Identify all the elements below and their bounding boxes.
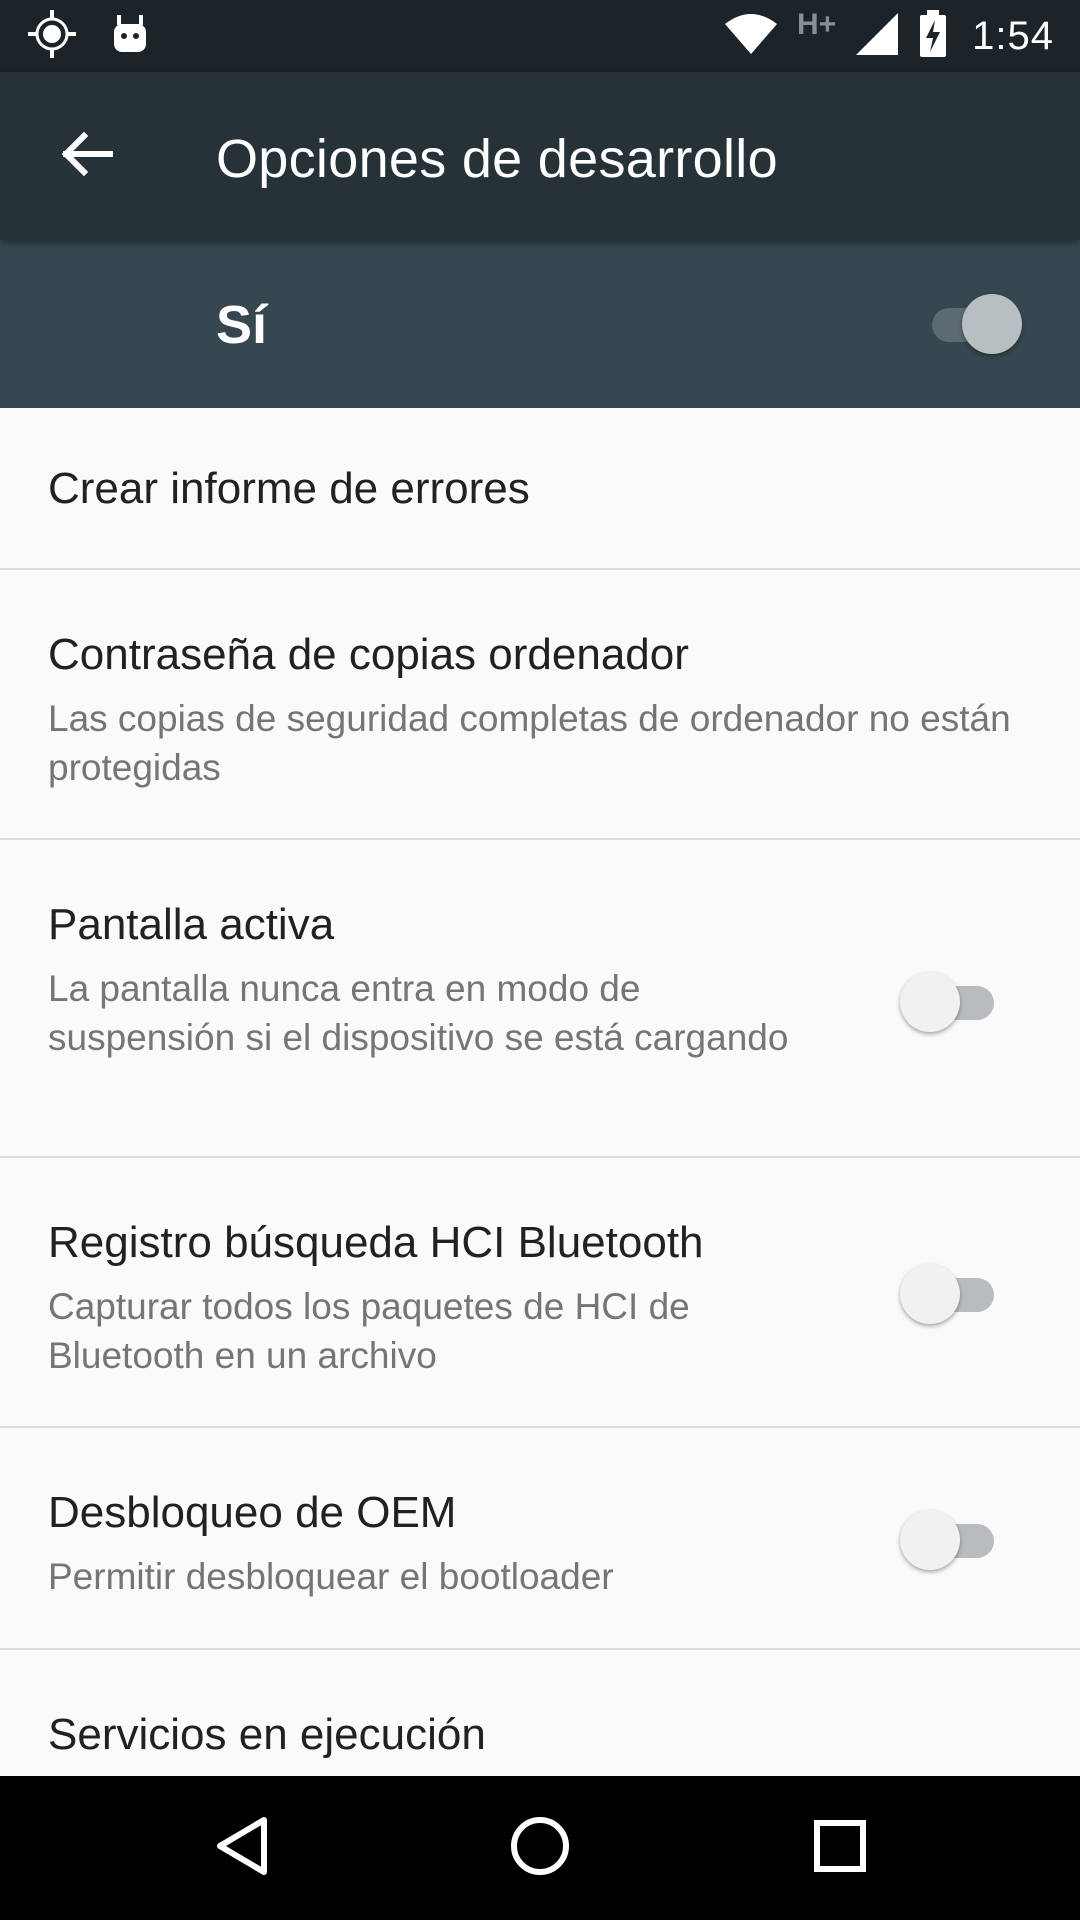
page-title: Opciones de desarrollo: [216, 129, 778, 189]
pref-title: Pantalla activa: [48, 900, 335, 949]
switch-thumb: [900, 1264, 960, 1324]
pref-backup-password[interactable]: Contraseña de copias ordenador Las copia…: [0, 570, 1080, 840]
master-switch-toggle[interactable]: [924, 290, 1022, 354]
pref-summary: Permitir desbloquear el bootloader: [48, 1556, 614, 1597]
android-debug-icon: [108, 12, 152, 61]
pref-title: Crear informe de errores: [48, 464, 530, 513]
status-time: 1:54: [972, 13, 1054, 58]
pref-running-services[interactable]: Servicios en ejecución: [0, 1650, 1080, 1776]
recents-square-icon: [810, 1816, 870, 1881]
switch-thumb: [900, 1510, 960, 1570]
network-type: H+: [796, 8, 837, 41]
gps-icon: [26, 8, 78, 65]
wifi-icon: [723, 12, 779, 61]
status-left-icons: [26, 8, 152, 65]
navigation-bar: [0, 1776, 1080, 1920]
pref-summary: Capturar todos los paquetes de HCI de Bl…: [48, 1286, 690, 1376]
pref-title: Desbloqueo de OEM: [48, 1488, 457, 1537]
home-circle-icon: [508, 1814, 572, 1883]
switch-thumb: [900, 972, 960, 1032]
status-bar: H+ 1:54: [0, 0, 1080, 72]
stay-awake-switch[interactable]: [900, 968, 996, 1032]
pref-title: Contraseña de copias ordenador: [48, 630, 689, 679]
nav-home-button[interactable]: [490, 1798, 590, 1898]
pref-bug-report[interactable]: Crear informe de errores: [0, 408, 1080, 570]
preference-list: Crear informe de errores Contraseña de c…: [0, 408, 1080, 1776]
back-button[interactable]: [44, 114, 128, 198]
status-right-icons: H+ 1:54: [723, 0, 1054, 72]
switch-thumb: [962, 294, 1022, 354]
toolbar: Opciones de desarrollo: [0, 72, 1080, 240]
pref-oem-unlock[interactable]: Desbloqueo de OEM Permitir desbloquear e…: [0, 1428, 1080, 1650]
oem-unlock-switch[interactable]: [900, 1506, 996, 1570]
pref-title: Servicios en ejecución: [48, 1710, 486, 1759]
cell-signal-icon: [854, 11, 900, 62]
pref-summary: Las copias de seguridad completas de ord…: [48, 698, 1011, 788]
nav-recents-button[interactable]: [790, 1798, 890, 1898]
pref-summary: La pantalla nunca entra en modo de suspe…: [48, 968, 789, 1058]
battery-charging-icon: [918, 9, 948, 63]
bluetooth-hci-switch[interactable]: [900, 1260, 996, 1324]
back-triangle-icon: [212, 1814, 272, 1883]
pref-bluetooth-hci-log[interactable]: Registro búsqueda HCI Bluetooth Capturar…: [0, 1158, 1080, 1428]
arrow-left-icon: [58, 126, 114, 187]
pref-title: Registro búsqueda HCI Bluetooth: [48, 1218, 704, 1267]
pref-stay-awake[interactable]: Pantalla activa La pantalla nunca entra …: [0, 840, 1080, 1158]
master-switch-bar[interactable]: Sí: [0, 240, 1080, 408]
nav-back-button[interactable]: [192, 1798, 292, 1898]
master-switch-label: Sí: [216, 295, 268, 355]
